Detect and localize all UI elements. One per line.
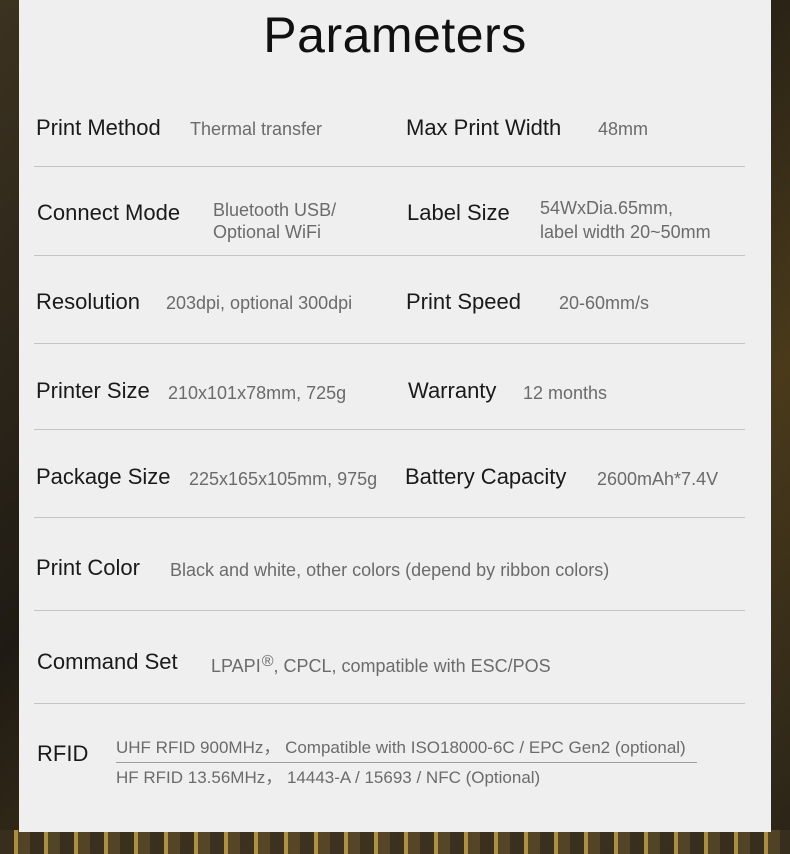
max-print-width-label: Max Print Width <box>406 115 562 140</box>
printer-size-label: Printer Size <box>36 378 150 403</box>
divider <box>34 429 745 430</box>
print-speed-value: 20-60mm/s <box>559 293 650 313</box>
battery-capacity-label: Battery Capacity <box>405 464 567 489</box>
printer-size-value: 210x101x78mm, 725g <box>168 383 347 403</box>
divider <box>34 166 745 167</box>
label-size-label: Label Size <box>407 200 510 225</box>
package-size-value: 225x165x105mm, 975g <box>189 469 378 489</box>
battery-capacity-value: 2600mAh*7.4V <box>597 469 719 489</box>
spec-sheet: Parameters Print Method Thermal transfer… <box>19 0 771 832</box>
warranty-value: 12 months <box>523 383 608 403</box>
warranty-label: Warranty <box>408 378 497 403</box>
package-size-label: Package Size <box>36 464 171 489</box>
print-color-label: Print Color <box>36 555 140 580</box>
background-strip <box>0 830 790 854</box>
rfid-value-line1: UHF RFID 900MHz， Compatible with ISO1800… <box>116 738 686 757</box>
print-color-value: Black and white, other colors (depend by… <box>170 560 610 580</box>
page-title: Parameters <box>263 7 527 63</box>
divider <box>34 703 745 704</box>
rfid-value-line2: HF RFID 13.56MHz， 14443-A / 15693 / NFC … <box>116 768 541 787</box>
print-method-label: Print Method <box>36 115 161 140</box>
resolution-label: Resolution <box>36 289 140 314</box>
command-set-value: LPAPI®, CPCL, compatible with ESC/POS <box>211 651 551 677</box>
command-set-value-rest: , CPCL, compatible with ESC/POS <box>273 656 551 676</box>
resolution-value: 203dpi, optional 300dpi <box>166 293 353 313</box>
divider <box>34 255 745 256</box>
connect-mode-value-line1: Bluetooth USB/ <box>213 200 337 220</box>
rfid-label: RFID <box>37 741 89 766</box>
print-method-value: Thermal transfer <box>190 119 323 139</box>
label-size-value-line1: 54WxDia.65mm, <box>540 198 674 218</box>
command-set-value-main: LPAPI <box>211 656 261 676</box>
registered-mark: ® <box>261 653 274 670</box>
print-speed-label: Print Speed <box>406 289 521 314</box>
connect-mode-value-line2: Optional WiFi <box>213 222 322 242</box>
max-print-width-value: 48mm <box>598 119 649 139</box>
divider <box>34 517 745 518</box>
connect-mode-label: Connect Mode <box>37 200 181 225</box>
command-set-label: Command Set <box>37 649 178 674</box>
divider <box>34 610 745 611</box>
divider <box>34 343 745 344</box>
label-size-value-line2: label width 20~50mm <box>540 222 711 242</box>
rfid-underline <box>116 762 697 763</box>
